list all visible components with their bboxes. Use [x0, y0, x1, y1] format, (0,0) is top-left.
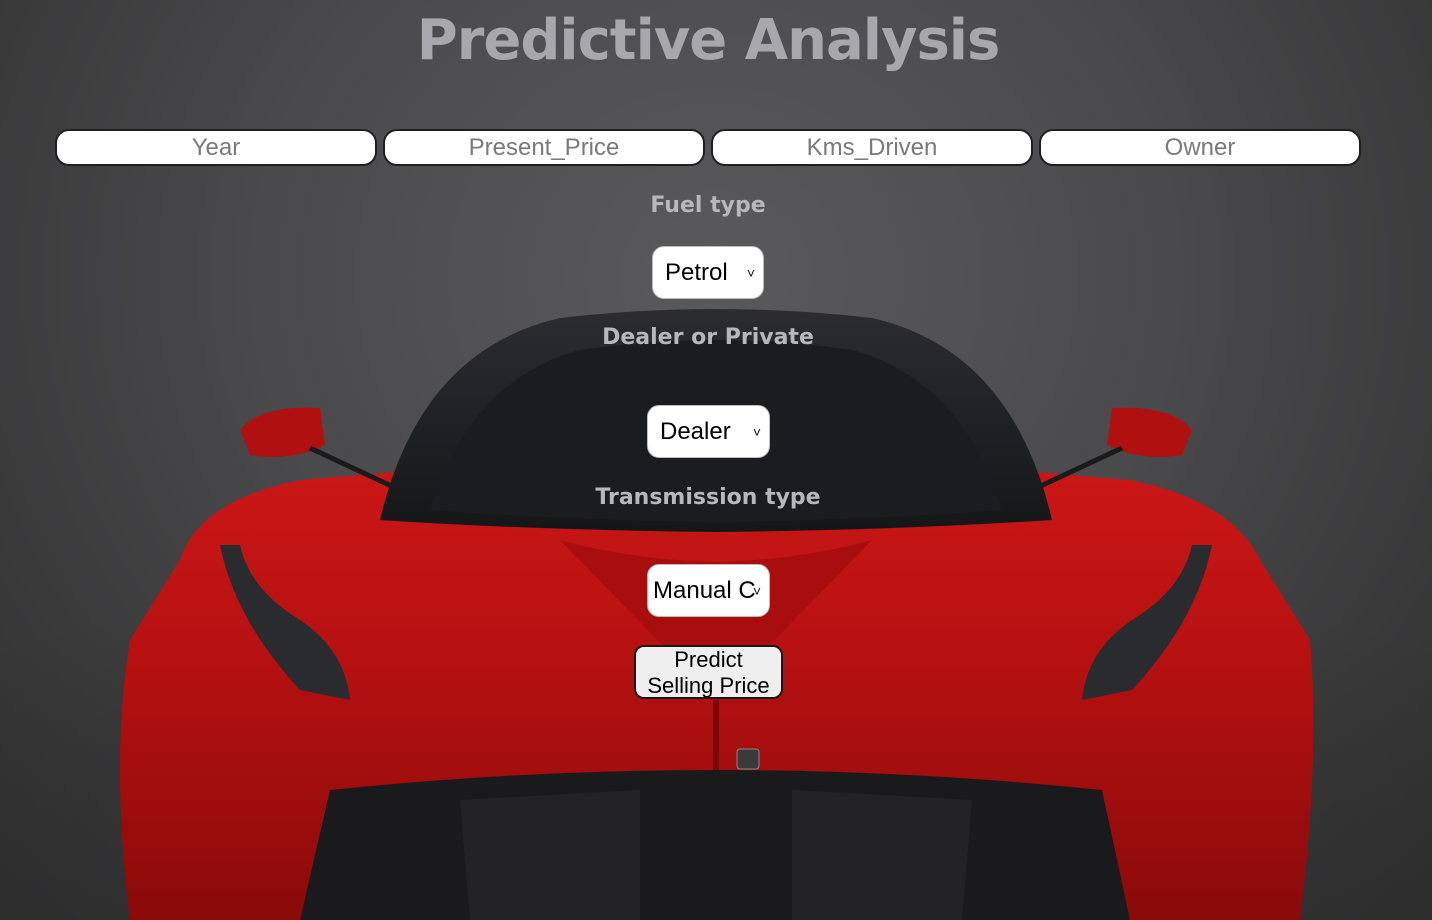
owner-input[interactable] — [1039, 129, 1361, 166]
kms-driven-input[interactable] — [711, 129, 1033, 166]
transmission-type-select[interactable]: Manual C ˅ — [647, 564, 770, 617]
transmission-type-selected-value: Manual C — [653, 577, 756, 604]
page-title: Predictive Analysis — [416, 8, 1001, 73]
fuel-type-selected-value: Petrol — [665, 259, 728, 286]
year-input[interactable] — [55, 129, 377, 166]
predict-button-line1: Predict — [674, 647, 743, 672]
present-price-input[interactable] — [383, 129, 705, 166]
chevron-down-icon: ˅ — [746, 265, 755, 281]
predictive-analysis-form: Predictive Analysis Fuel type Petrol ˅ D… — [0, 0, 1432, 920]
chevron-down-icon: ˅ — [752, 583, 761, 599]
numeric-inputs-row — [55, 129, 1363, 167]
predict-selling-price-button[interactable]: Predict Selling Price — [634, 645, 783, 699]
fuel-type-select[interactable]: Petrol ˅ — [652, 246, 764, 299]
seller-type-selected-value: Dealer — [660, 418, 731, 445]
chevron-down-icon: ˅ — [752, 424, 761, 440]
predict-button-line2: Selling Price — [647, 673, 770, 698]
seller-type-select[interactable]: Dealer ˅ — [647, 405, 770, 458]
fuel-type-label: Fuel type — [650, 193, 766, 218]
dealer-or-private-label: Dealer or Private — [602, 325, 814, 350]
transmission-type-label: Transmission type — [595, 485, 821, 510]
